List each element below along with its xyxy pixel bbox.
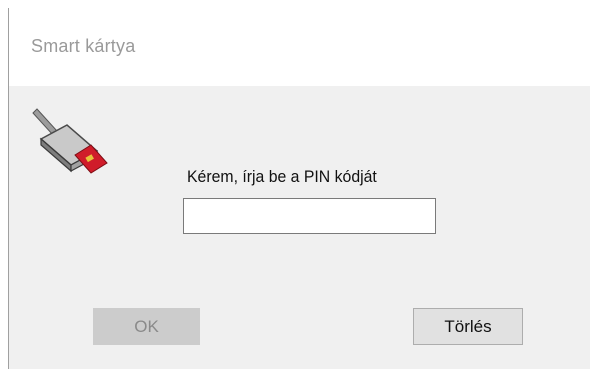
- clear-button[interactable]: Törlés: [413, 308, 523, 345]
- window-title: Smart kártya: [31, 36, 136, 56]
- smart-card-dialog: Smart kártya Kérem, írja be a PIN kódját…: [8, 8, 590, 369]
- pin-prompt-label: Kérem, írja be a PIN kódját: [187, 167, 377, 186]
- smart-card-reader-icon: [32, 108, 108, 174]
- ok-button[interactable]: OK: [93, 308, 200, 345]
- title-bar[interactable]: Smart kártya: [9, 8, 590, 86]
- pin-input[interactable]: [183, 198, 436, 234]
